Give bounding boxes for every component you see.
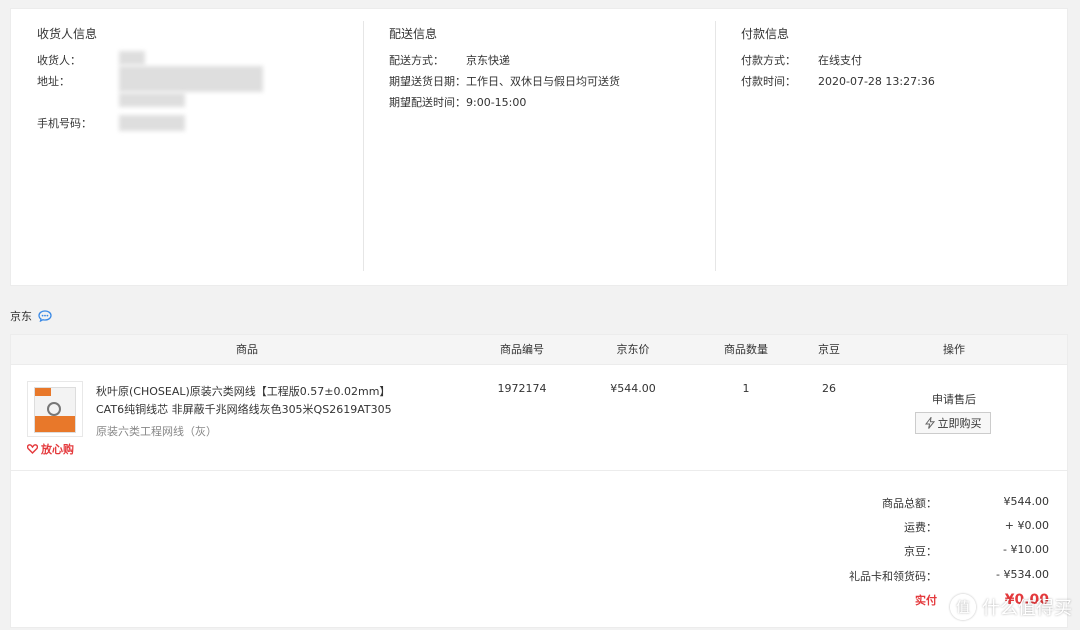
summary-shipping-value: + ¥0.00	[1004, 519, 1049, 532]
header-product: 商品	[236, 343, 258, 356]
assurance-badge-label: 放心购	[41, 443, 74, 456]
product-thumbnail[interactable]	[27, 381, 83, 437]
lightning-icon	[924, 417, 935, 429]
delivery-method-label: 配送方式：	[389, 54, 444, 67]
watermark-text: 什么值得买	[982, 598, 1072, 619]
column-divider	[363, 21, 364, 271]
receiver-address-row: 地址：	[37, 73, 70, 89]
delivery-info-title: 配送信息	[389, 27, 438, 41]
delivery-info-section: 配送信息 配送方式： 京东快递 期望送货日期：工作日、双休日与假日均可送货 期望配…	[389, 9, 715, 271]
summary-jingdou-value: - ¥10.00	[1003, 543, 1049, 556]
receiver-info-section: 收货人信息 收货人： 地址： 手机号码：	[37, 9, 363, 271]
summary-total-value: ¥544.00	[1003, 495, 1050, 508]
payment-time-row: 付款时间： 2020-07-28 13:27:36	[741, 73, 935, 89]
summary-actual-label: 实付	[915, 594, 937, 607]
receiver-info-title: 收货人信息	[37, 27, 98, 41]
delivery-date-row: 期望送货日期：工作日、双休日与假日均可送货	[389, 73, 620, 89]
payment-method-label: 付款方式：	[741, 54, 796, 67]
product-box-image	[34, 387, 76, 433]
delivery-method-row: 配送方式： 京东快递	[389, 52, 510, 68]
column-divider	[715, 21, 716, 271]
product-spec: 原装六类工程网线（灰）	[96, 425, 217, 438]
store-line: 京东	[10, 308, 52, 324]
table-row: 放心购 秋叶原(CHOSEAL)原装六类网线【工程版0.57±0.02mm】CA…	[11, 365, 1067, 471]
store-name[interactable]: 京东	[10, 308, 32, 324]
header-jingdou: 京豆	[818, 343, 840, 356]
redacted-address-line2	[119, 93, 185, 107]
summary-giftcard-label: 礼品卡和领货码：	[849, 570, 937, 583]
summary-giftcard-value: - ¥534.00	[996, 568, 1049, 581]
apply-aftersale-link[interactable]: 申请售后	[914, 391, 994, 407]
payment-time-value: 2020-07-28 13:27:36	[818, 75, 935, 88]
receiver-phone-label: 手机号码：	[37, 117, 92, 130]
product-sku: 1972174	[497, 382, 547, 395]
delivery-date-value: 工作日、双休日与假日均可送货	[466, 75, 620, 88]
redacted-address	[119, 66, 263, 92]
receiver-address-label: 地址：	[37, 75, 70, 88]
table-header: 商品 商品编号 京东价 商品数量 京豆 操作	[11, 335, 1067, 365]
redacted-phone	[119, 115, 185, 131]
payment-method-row: 付款方式： 在线支付	[741, 52, 862, 68]
payment-time-label: 付款时间：	[741, 75, 796, 88]
payment-info-title: 付款信息	[741, 27, 790, 41]
receiver-phone-row: 手机号码：	[37, 115, 92, 131]
header-quantity: 商品数量	[724, 343, 768, 356]
product-price: ¥544.00	[610, 382, 656, 395]
header-price: 京东价	[616, 343, 650, 356]
delivery-date-label: 期望送货日期：	[389, 75, 466, 88]
product-jingdou: 26	[822, 382, 836, 395]
delivery-time-row: 期望配送时间：9:00-15:00	[389, 94, 526, 110]
site-watermark: 值 什么值得买	[950, 594, 1072, 620]
buy-now-button[interactable]: 立即购买	[915, 412, 991, 434]
payment-method-value: 在线支付	[818, 54, 862, 67]
order-info-card: 收货人信息 收货人： 地址： 手机号码： 配送信息 配送方式： 京东快递 期望送货…	[10, 8, 1068, 286]
delivery-method-value: 京东快递	[466, 54, 510, 67]
heart-icon	[27, 444, 38, 454]
receiver-name-label: 收货人：	[37, 54, 81, 67]
product-quantity: 1	[742, 382, 750, 395]
delivery-time-value: 9:00-15:00	[466, 96, 527, 109]
payment-info-section: 付款信息 付款方式： 在线支付 付款时间： 2020-07-28 13:27:36	[741, 9, 1061, 271]
receiver-name-row: 收货人：	[37, 52, 81, 68]
summary-jingdou-label: 京豆：	[904, 545, 937, 558]
header-actions: 操作	[943, 343, 965, 356]
redacted-name	[119, 51, 145, 65]
watermark-logo-icon: 值	[950, 594, 976, 620]
buy-now-label: 立即购买	[937, 417, 982, 430]
product-name-link[interactable]: 秋叶原(CHOSEAL)原装六类网线【工程版0.57±0.02mm】CAT6纯铜…	[96, 383, 416, 419]
chat-icon[interactable]	[38, 310, 52, 322]
assurance-badge: 放心购	[27, 441, 74, 457]
delivery-time-label: 期望配送时间：	[389, 96, 466, 109]
summary-shipping-label: 运费：	[904, 521, 937, 534]
summary-total-label: 商品总额：	[882, 497, 937, 510]
header-sku: 商品编号	[500, 343, 544, 356]
order-table: 商品 商品编号 京东价 商品数量 京豆 操作 放心购 秋叶原(CHOSEAL)原…	[10, 334, 1068, 628]
